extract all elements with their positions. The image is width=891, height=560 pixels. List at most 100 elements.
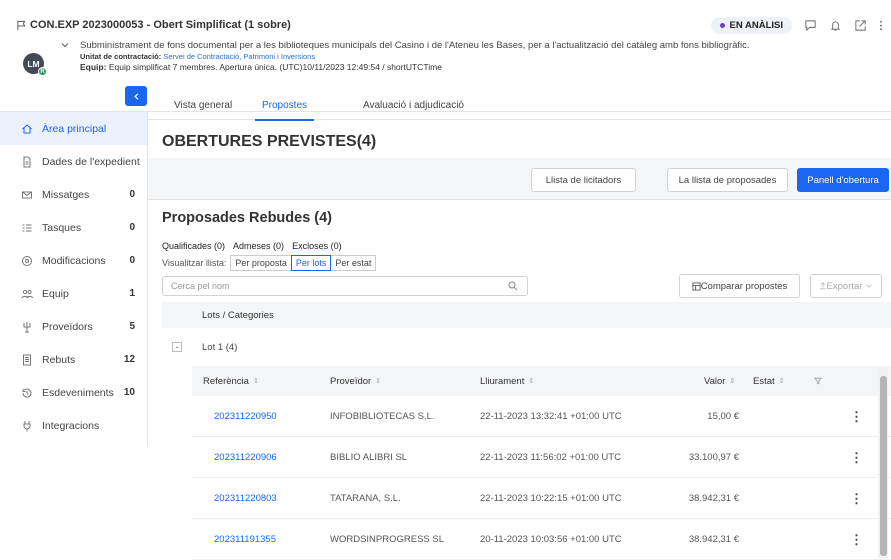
- search-icon: [508, 281, 518, 291]
- expedient-title: CON.EXP 2023000053 - Obert Simplificat (…: [16, 19, 291, 31]
- proposals-table: Referència ⇕ Proveïdor ⇕ Lliurament ⇕ Valor…: [192, 366, 891, 560]
- column-proveidor[interactable]: Proveïdor ⇕: [330, 366, 381, 396]
- view-per-proposta[interactable]: Per proposta: [230, 255, 292, 271]
- unit-label: Unitat de contractació:: [80, 52, 162, 61]
- sidebar-item-count: 0: [129, 189, 135, 200]
- sort-icon: ⇕: [729, 378, 736, 385]
- comparar-propostes-button[interactable]: Comparar propostes: [679, 274, 800, 298]
- obertures-panel: Llista de licitadors La llista de propos…: [148, 158, 891, 200]
- modifications-icon: [21, 255, 33, 267]
- more-vertical-icon[interactable]: [879, 19, 883, 32]
- sidebar-item-label: Esdeveniments: [42, 386, 114, 399]
- view-selector: Visualitzar llista: Per proposta Per lot…: [162, 255, 377, 271]
- lots-header: Lots / Categories: [162, 302, 891, 328]
- contracting-unit: Unitat de contractació: Servei de Contra…: [80, 52, 315, 62]
- sidebar-item-count: 5: [129, 321, 135, 332]
- sidebar-item-count: 1: [129, 288, 135, 299]
- column-estat-label: Estat: [753, 375, 775, 387]
- row-actions-menu-icon[interactable]: ⋮: [850, 396, 863, 437]
- proposal-delivery-date: 20-11-2023 10:03:56 +01:00 UTC: [480, 534, 622, 545]
- lot-row[interactable]: - Lot 1 (4): [162, 334, 891, 360]
- proposal-reference-link[interactable]: 202311191355: [214, 519, 276, 560]
- app-window: CON.EXP 2023000053 - Obert Simplificat (…: [0, 0, 891, 560]
- team-value: Equip simplificat 7 membres. Apertura ún…: [108, 62, 442, 72]
- column-referencia[interactable]: Referència ⇕: [203, 366, 259, 396]
- filter-icon[interactable]: [814, 366, 822, 396]
- proposal-provider: WORDSINPROGRESS SL: [330, 534, 445, 545]
- proposal-reference-link[interactable]: 202311220906: [214, 437, 277, 478]
- row-actions-menu-icon[interactable]: ⋮: [850, 437, 863, 478]
- tab-avaluacio[interactable]: Avaluació i adjudicació: [363, 90, 464, 120]
- sidebar-item-proveidors[interactable]: Proveïdors 5: [0, 310, 147, 343]
- sidebar-item-area-principal[interactable]: Àrea principal: [0, 112, 147, 145]
- view-per-lots[interactable]: Per lots: [290, 255, 332, 271]
- proposal-value: 38.942,31 €: [688, 493, 739, 504]
- sidebar-item-dades-expedient[interactable]: Dades de l'expedient: [0, 145, 147, 178]
- rebudes-title: Proposades Rebudes (4): [162, 210, 333, 226]
- header-actions: EN ANÀLISI: [710, 17, 883, 34]
- sidebar-item-missatges[interactable]: Missatges 0: [0, 178, 147, 211]
- tab-vista-general[interactable]: Vista general: [174, 90, 232, 120]
- sidebar-item-label: Rebuts: [42, 353, 76, 366]
- collapse-sidebar-button[interactable]: [125, 86, 147, 106]
- external-link-icon[interactable]: [854, 19, 867, 32]
- table-header: Referència ⇕ Proveïdor ⇕ Lliurament ⇕ Valor…: [192, 366, 891, 396]
- chat-icon[interactable]: [804, 19, 817, 32]
- sidebar-item-rebuts[interactable]: Rebuts 12: [0, 343, 147, 376]
- tab-propostes[interactable]: Propostes: [255, 90, 315, 121]
- obertures-title: OBERTURES PREVISTES(4): [162, 133, 377, 150]
- llista-licitadors-button[interactable]: Llista de licitadors: [531, 168, 636, 192]
- sidebar-item-label: Àrea principal: [42, 122, 107, 135]
- flag-icon: [17, 20, 26, 30]
- llista-proposades-button[interactable]: La llista de proposades: [667, 168, 788, 192]
- unit-link[interactable]: Servei de Contractació, Patrimoni i Inve…: [163, 52, 315, 61]
- proposal-reference-link[interactable]: 202311220803: [214, 478, 277, 519]
- column-lliurament[interactable]: Lliurament ⇕: [480, 366, 534, 396]
- tasks-icon: [21, 222, 33, 234]
- chevron-down-icon: [866, 284, 873, 288]
- home-icon: [21, 123, 33, 135]
- bell-icon[interactable]: [829, 19, 842, 32]
- filter-excloses[interactable]: Excloses (0): [292, 241, 342, 251]
- providers-icon: [21, 321, 33, 333]
- table-row: 202311220803 TATARANA, S.L. 22-11-2023 1…: [192, 478, 891, 519]
- sidebar-item-integracions[interactable]: Integracions: [0, 409, 147, 442]
- tab-bar: Vista general Propostes Avaluació i adju…: [148, 90, 891, 121]
- row-actions-menu-icon[interactable]: ⋮: [850, 478, 863, 519]
- column-lliurament-label: Lliurament: [480, 375, 525, 387]
- sidebar-item-equip[interactable]: Equip 1: [0, 277, 147, 310]
- sidebar-item-modificacions[interactable]: Modificacions 0: [0, 244, 147, 277]
- chevron-down-icon[interactable]: [60, 40, 70, 50]
- column-proveidor-label: Proveïdor: [330, 375, 372, 387]
- status-filters: Qualificades (0) Admeses (0) Excloses (0…: [162, 241, 342, 251]
- status-badge: EN ANÀLISI: [710, 17, 792, 34]
- sidebar-item-count: 10: [123, 387, 135, 398]
- proposal-provider: INFOBIBLIOTECAS S.L.: [330, 411, 435, 422]
- filter-qualificades[interactable]: Qualificades (0): [162, 241, 225, 251]
- view-per-estat[interactable]: Per estat: [330, 255, 377, 271]
- sidebar: Àrea principal Dades de l'expedient Miss…: [0, 112, 148, 446]
- column-estat[interactable]: Estat ⇕: [753, 366, 785, 396]
- sidebar-item-tasques[interactable]: Tasques 0: [0, 211, 147, 244]
- panell-obertura-button[interactable]: Panell d'obertura: [797, 168, 889, 192]
- view-segmented-control: Per proposta Per lots Per estat: [230, 255, 377, 271]
- table-scrollbar-thumb[interactable]: [880, 376, 887, 556]
- exportar-button[interactable]: Exportar: [810, 274, 882, 298]
- sidebar-item-label: Proveïdors: [42, 320, 93, 333]
- filter-admeses[interactable]: Admeses (0): [233, 241, 284, 251]
- exportar-label: Exportar: [826, 280, 863, 292]
- proposal-value: 15,00 €: [707, 411, 739, 422]
- proposal-reference-link[interactable]: 202311220950: [214, 396, 277, 437]
- view-selector-label: Visualitzar llista:: [162, 258, 227, 268]
- column-valor[interactable]: Valor ⇕: [704, 366, 735, 396]
- search-input[interactable]: Cerca pel nom: [162, 276, 528, 296]
- collapse-lot-toggle[interactable]: -: [172, 342, 182, 352]
- proposal-value: 33.100,97 €: [688, 452, 739, 463]
- sidebar-item-esdeveniments[interactable]: Esdeveniments 10: [0, 376, 147, 409]
- mail-icon: [21, 189, 33, 201]
- row-actions-menu-icon[interactable]: ⋮: [850, 519, 863, 560]
- proposal-delivery-date: 22-11-2023 11:56:02 +01:00 UTC: [480, 452, 621, 463]
- sidebar-item-label: Dades de l'expedient: [42, 155, 140, 168]
- proposal-delivery-date: 22-11-2023 10:22:15 +01:00 UTC: [480, 493, 622, 504]
- avatar[interactable]: LM R: [23, 53, 47, 76]
